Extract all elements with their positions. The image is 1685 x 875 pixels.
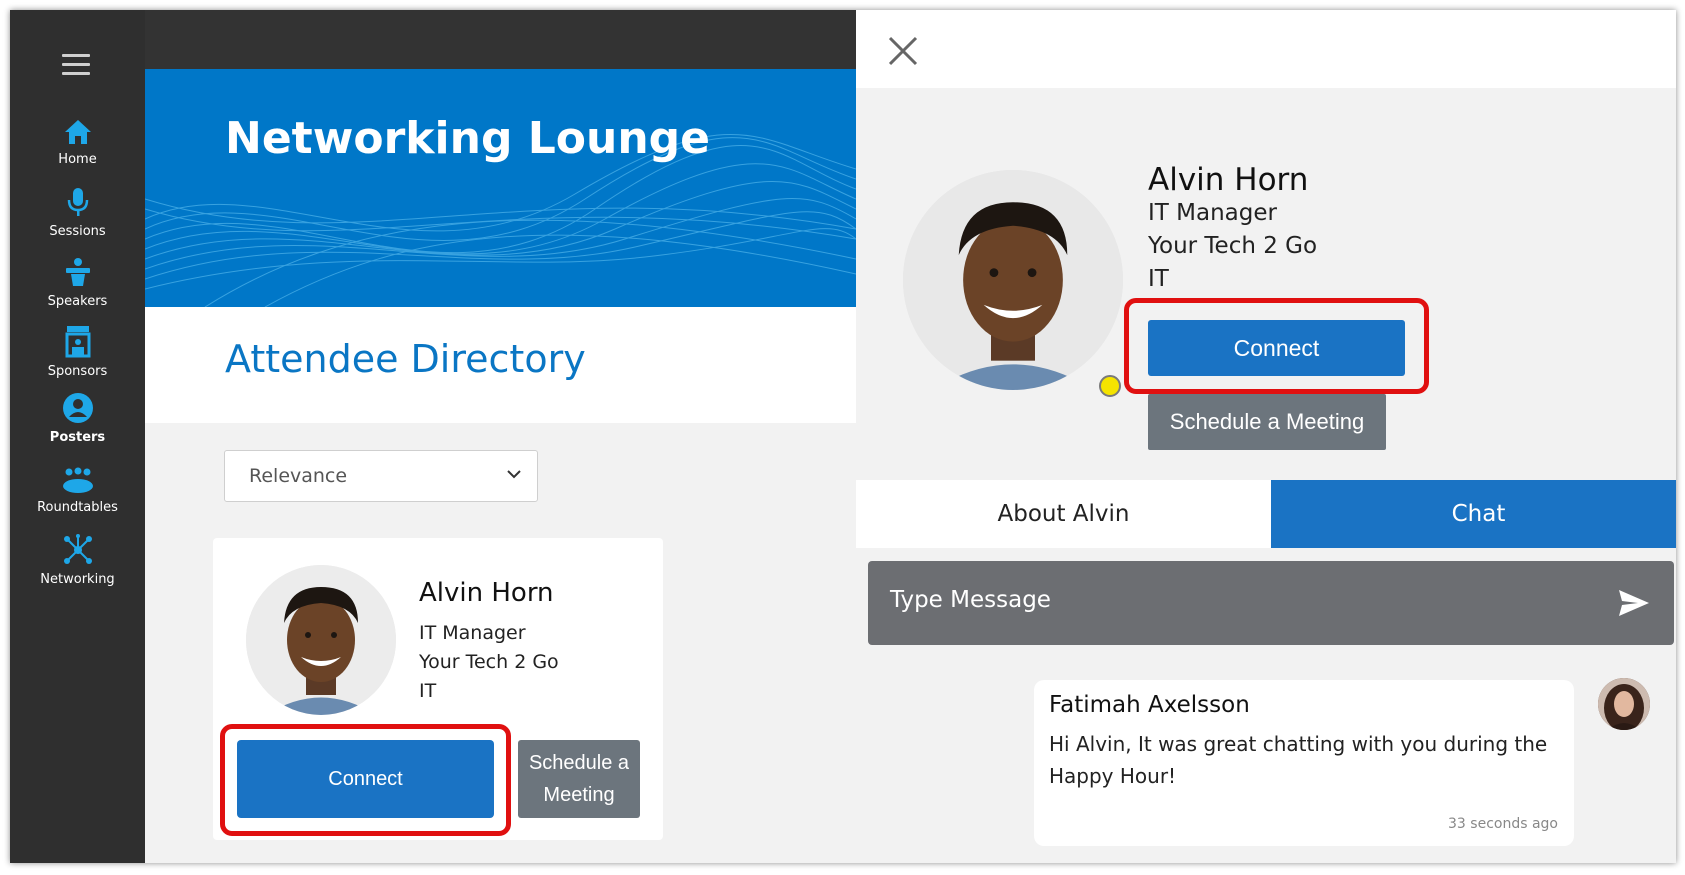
podium-icon: [65, 258, 90, 286]
attendee-company: Your Tech 2 Go: [1148, 233, 1318, 259]
avatar: [1598, 678, 1650, 730]
sidebar-item-label: Roundtables: [37, 500, 118, 515]
message-author: Fatimah Axelsson: [1049, 692, 1250, 718]
sidebar-item-sponsors[interactable]: Sponsors: [10, 324, 145, 379]
tab-about[interactable]: About Alvin: [856, 480, 1271, 548]
attendee-name: Alvin Horn: [419, 578, 554, 608]
message-input[interactable]: Type Message: [868, 561, 1674, 645]
user-circle-icon: [62, 393, 93, 423]
page-title: Networking Lounge: [225, 113, 711, 164]
attendee-company: Your Tech 2 Go: [419, 651, 559, 673]
attendee-name: Alvin Horn: [1148, 162, 1309, 198]
directory-header: Attendee Directory: [145, 307, 856, 423]
chevron-down-icon: [507, 470, 521, 479]
attendee-title: IT Manager: [1148, 200, 1277, 226]
hero-banner: Networking Lounge: [145, 69, 856, 307]
avatar[interactable]: [246, 565, 396, 715]
sidebar-item-home[interactable]: Home: [10, 118, 145, 167]
wave-pattern: [145, 133, 856, 307]
sidebar-item-label: Home: [58, 152, 97, 167]
close-icon[interactable]: [888, 36, 918, 66]
person-photo: [246, 565, 396, 715]
sidebar-item-label: Sponsors: [47, 364, 108, 379]
app-window: Home Sessions Speakers Sponsors Posters …: [10, 10, 1676, 863]
avatar: [903, 170, 1123, 390]
attendee-detail-panel: Alvin Horn IT Manager Your Tech 2 Go IT …: [856, 10, 1676, 863]
hamburger-menu-icon[interactable]: [62, 54, 90, 75]
schedule-meeting-button[interactable]: Schedule a Meeting: [1148, 394, 1386, 450]
home-icon: [64, 120, 91, 144]
sidebar-item-posters[interactable]: Posters: [10, 392, 145, 445]
sidebar-item-networking[interactable]: Networking: [10, 534, 145, 587]
attendee-department: IT: [1148, 266, 1169, 292]
message-text: Hi Alvin, It was great chatting with you…: [1049, 732, 1548, 788]
sidebar: Home Sessions Speakers Sponsors Posters …: [10, 10, 145, 863]
top-bar: [145, 10, 856, 69]
sort-select-value: Relevance: [249, 465, 348, 487]
microphone-icon: [67, 188, 88, 216]
section-title: Attendee Directory: [225, 337, 586, 381]
sidebar-item-speakers[interactable]: Speakers: [10, 256, 145, 309]
panel-header: [856, 10, 1676, 88]
schedule-meeting-button[interactable]: Schedule a Meeting: [518, 740, 640, 818]
sidebar-item-label: Posters: [49, 430, 106, 445]
message-placeholder: Type Message: [890, 587, 1051, 613]
sort-select[interactable]: Relevance: [224, 450, 538, 502]
person-photo: [903, 170, 1123, 390]
sidebar-item-roundtables[interactable]: Roundtables: [10, 466, 145, 515]
sidebar-item-sessions[interactable]: Sessions: [10, 186, 145, 239]
chat-message: Fatimah Axelsson Hi Alvin, It was great …: [1034, 680, 1574, 846]
highlight-box: [220, 724, 511, 836]
attendee-card[interactable]: Alvin Horn IT Manager Your Tech 2 Go IT …: [213, 538, 663, 840]
attendee-title: IT Manager: [419, 622, 526, 644]
network-icon: [63, 534, 92, 564]
group-icon: [62, 467, 93, 493]
tab-chat[interactable]: Chat: [1271, 480, 1676, 548]
status-indicator: [1099, 375, 1121, 397]
sidebar-item-label: Speakers: [47, 294, 108, 309]
person-photo: [1598, 678, 1650, 730]
sidebar-item-label: Sessions: [49, 224, 106, 239]
booth-icon: [65, 326, 90, 358]
highlight-box: [1124, 298, 1429, 394]
sidebar-item-label: Networking: [40, 572, 115, 587]
message-timestamp: 33 seconds ago: [1448, 816, 1558, 832]
attendee-department: IT: [419, 680, 437, 702]
send-icon[interactable]: [1618, 589, 1650, 617]
